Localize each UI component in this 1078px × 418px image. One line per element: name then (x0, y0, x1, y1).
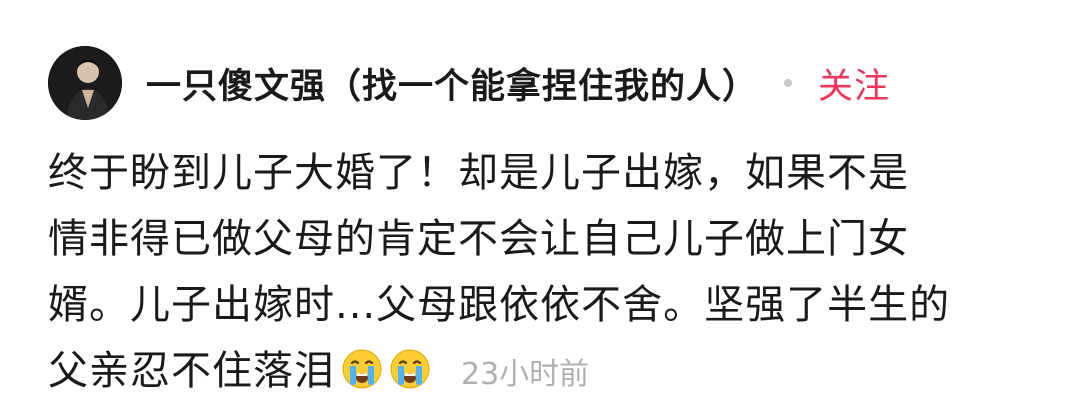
content-line: 婿。儿子出嫁时...父母跟依依不舍。坚强了半生的 (48, 282, 951, 328)
content-last-line: 父亲忍不住落泪 23小时前 (48, 338, 1048, 404)
avatar[interactable] (48, 46, 122, 120)
content-line-text: 父亲忍不住落泪 (48, 348, 335, 394)
follow-button[interactable]: 关注 (818, 58, 890, 109)
content-line: 情非得已做父母的肯定不会让自己儿子做上门女 (48, 216, 909, 262)
content-line: 终于盼到儿子大婚了！却是儿子出嫁，如果不是 (48, 150, 909, 196)
post-card: 一只傻文强（找一个能拿捏住我的人） 关注 终于盼到儿子大婚了！却是儿子出嫁，如果… (0, 0, 1078, 418)
username[interactable]: 一只傻文强（找一个能拿捏住我的人） (146, 58, 758, 109)
crying-face-icon (389, 348, 431, 390)
crying-face-icon (341, 348, 383, 390)
post-content: 终于盼到儿子大婚了！却是儿子出嫁，如果不是 情非得已做父母的肯定不会让自己儿子做… (48, 140, 1048, 404)
separator-dot (784, 79, 793, 87)
avatar-photo-icon (48, 46, 122, 120)
post-timestamp: 23小时前 (461, 357, 590, 392)
post-header: 一只傻文强（找一个能拿捏住我的人） 关注 (48, 44, 890, 122)
